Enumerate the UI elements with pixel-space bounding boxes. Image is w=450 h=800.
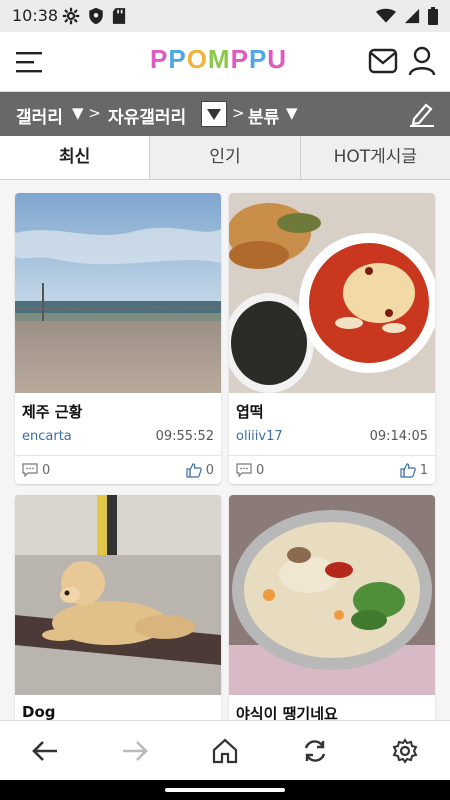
post-title[interactable]: 야식이 땡기네요 [229,695,435,720]
breadcrumb-separator-2: > [232,104,245,122]
breadcrumb-category[interactable]: 분류 [248,103,279,128]
tab-hot-posts[interactable]: HOT게시글 [299,136,450,179]
user-icon [408,46,436,76]
beach-photo [15,193,221,393]
back-arrow-icon [32,740,57,761]
post-time: 09:55:52 [155,429,214,444]
category-dropdown-arrow[interactable]: ▼ [286,104,298,122]
settings-button[interactable] [383,729,427,773]
signal-icon [404,8,420,24]
forward-button[interactable] [113,729,157,773]
logo-text: PPOMPPU [150,44,287,75]
home-icon [212,738,238,763]
comment-count-value: 0 [256,462,265,478]
like-count-value: 0 [205,462,214,478]
post-card[interactable]: Dog [15,495,221,720]
post-author[interactable]: oliiiv17 [236,429,283,451]
breadcrumb-gallery[interactable]: 갤러리 [16,103,63,128]
breadcrumb-free-gallery[interactable]: 자유갤러리 [108,103,186,128]
shield-icon [89,7,103,25]
envelope-icon [368,48,398,74]
settings-gear-icon [392,737,418,764]
wifi-icon [376,8,396,23]
post-thumbnail[interactable] [15,193,221,393]
post-thumbnail[interactable] [229,193,435,393]
like-count: 1 [400,463,428,478]
thumbs-up-icon [400,462,416,478]
post-author[interactable]: encarta [22,429,72,451]
refresh-icon [304,739,326,762]
tab-popular[interactable]: 인기 [149,136,300,179]
triangle-down-icon [207,109,221,120]
home-indicator[interactable] [165,788,285,792]
comment-count: 0 [22,463,50,478]
post-card[interactable]: 제주 근황 encarta 09:55:52 0 0 [15,193,221,484]
thumbs-up-icon [186,462,202,478]
forward-arrow-icon [123,740,148,761]
logo-letter: O [186,44,208,74]
logo-letter: P [168,44,187,74]
post-title[interactable]: Dog [15,695,221,720]
post-time: 09:14:05 [369,429,428,444]
menu-button[interactable] [14,48,44,76]
user-button[interactable] [408,46,436,76]
tab-latest[interactable]: 최신 [0,136,150,179]
comment-count: 0 [236,463,264,478]
post-title[interactable]: 엽떡 [229,393,435,423]
tab-bar: 최신 인기 HOT게시글 [0,136,450,180]
refresh-button[interactable] [293,729,337,773]
logo-letter: P [230,44,249,74]
comment-count-value: 0 [42,462,51,478]
gear-icon [62,7,80,25]
battery-icon [428,7,438,25]
mail-button[interactable] [368,48,398,76]
bottom-navigation [0,720,450,780]
like-count: 0 [186,463,214,478]
logo-letter: M [207,44,231,74]
post-card[interactable]: 엽떡 oliiiv17 09:14:05 0 1 [229,193,435,484]
gallery-dropdown-button[interactable] [201,101,227,127]
dog-photo [15,495,221,695]
like-count-value: 1 [419,462,428,478]
home-button[interactable] [203,729,247,773]
status-time: 10:38 [12,6,59,25]
comment-icon [236,463,252,477]
ppomppu-logo[interactable]: PPOMPPU [150,44,287,75]
post-thumbnail[interactable] [15,495,221,695]
app-header: PPOMPPU [0,32,450,92]
back-button[interactable] [23,729,67,773]
gesture-bar [0,780,450,800]
food-photo [229,193,435,393]
post-title[interactable]: 제주 근황 [15,393,221,423]
write-post-button[interactable] [408,100,436,128]
post-card[interactable]: 야식이 땡기네요 [229,495,435,720]
hamburger-menu-icon [16,52,42,73]
status-bar: 10:38 [0,0,450,32]
comment-icon [22,463,38,477]
post-grid: 제주 근황 encarta 09:55:52 0 0 엽떡 oliiiv17 0… [0,180,450,720]
pencil-icon [410,103,434,127]
hotpot-photo [229,495,435,695]
logo-letter: P [248,44,268,74]
sd-card-icon [112,8,126,24]
post-thumbnail[interactable] [229,495,435,695]
breadcrumb: 갤러리 ▼ > 자유갤러리 > 분류 ▼ [0,92,450,136]
logo-letter: P [150,44,169,74]
breadcrumb-separator[interactable]: ▼ > [72,104,101,122]
logo-letter: U [267,44,288,74]
